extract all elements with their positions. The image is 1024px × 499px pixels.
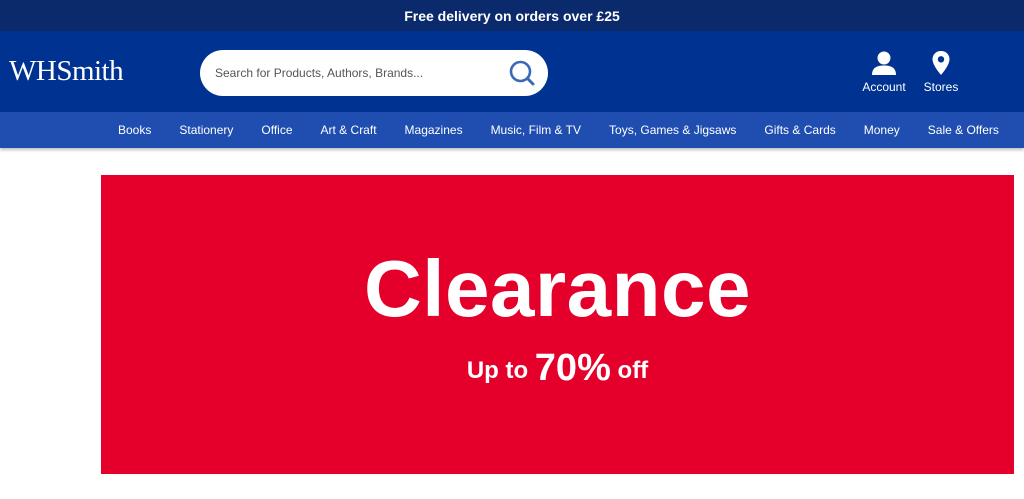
nav-item-toys-games-jigsaws[interactable]: Toys, Games & Jigsaws xyxy=(595,123,750,137)
search-icon[interactable] xyxy=(508,59,536,87)
account-label: Account xyxy=(862,80,906,94)
nav-item-stationery[interactable]: Stationery xyxy=(165,123,247,137)
account-icon xyxy=(872,51,896,75)
promo-banner: Free delivery on orders over £25 xyxy=(0,0,1024,31)
hero-discount-value: 70% xyxy=(534,347,611,389)
search-bar xyxy=(200,50,548,96)
stores-button[interactable]: Stores xyxy=(911,50,971,94)
nav-item-music-film-tv[interactable]: Music, Film & TV xyxy=(477,123,595,137)
promo-text: Free delivery on orders over £25 xyxy=(404,7,620,24)
location-pin-icon xyxy=(932,51,950,75)
nav-item-art-craft[interactable]: Art & Craft xyxy=(307,123,391,137)
nav-item-books[interactable]: Books xyxy=(104,123,165,137)
hero-sub-prefix: Up to xyxy=(466,357,529,384)
nav-item-magazines[interactable]: Magazines xyxy=(391,123,477,137)
whsmith-logo[interactable]: WHSmith xyxy=(9,55,124,88)
account-button[interactable]: Account xyxy=(854,50,914,94)
hero-subtitle: Up to 70% off xyxy=(101,349,1014,387)
main-navigation: Books Stationery Office Art & Craft Maga… xyxy=(0,112,1024,148)
nav-item-money[interactable]: Money xyxy=(850,123,914,137)
search-input[interactable] xyxy=(215,66,495,80)
nav-item-gifts-cards[interactable]: Gifts & Cards xyxy=(750,123,849,137)
hero-sub-suffix: off xyxy=(617,357,649,384)
nav-item-sale-offers[interactable]: Sale & Offers xyxy=(914,123,1013,137)
clearance-hero-banner[interactable]: Clearance Up to 70% off xyxy=(101,175,1014,474)
nav-item-office[interactable]: Office xyxy=(247,123,306,137)
hero-title: Clearance xyxy=(364,244,751,333)
stores-label: Stores xyxy=(923,80,959,94)
site-header: WHSmith Account Stores xyxy=(0,31,1024,112)
